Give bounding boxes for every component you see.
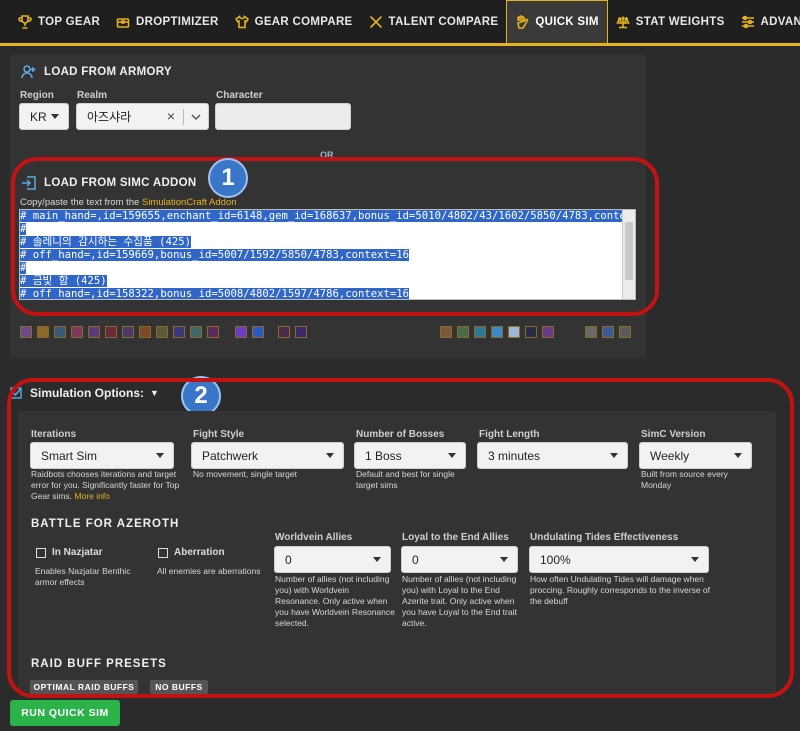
- top-nav: TOP GEAR DROPTIMIZER GEAR COMPARE TALENT…: [0, 0, 800, 46]
- item-icon[interactable]: [440, 326, 452, 338]
- item-icon[interactable]: [457, 326, 469, 338]
- item-icon[interactable]: [71, 326, 83, 338]
- nav-talent-compare[interactable]: TALENT COMPARE: [361, 0, 507, 43]
- item-icon[interactable]: [542, 326, 554, 338]
- add-user-icon: [21, 65, 36, 79]
- item-icon[interactable]: [491, 326, 503, 338]
- item-icon[interactable]: [105, 326, 117, 338]
- swords-icon: [369, 15, 382, 28]
- nav-label: GEAR COMPARE: [254, 15, 353, 28]
- annotation-badge-1: 1: [208, 158, 248, 198]
- item-icon[interactable]: [474, 326, 486, 338]
- realm-label: Realm: [77, 90, 108, 101]
- item-icon[interactable]: [525, 326, 537, 338]
- nav-droptimizer[interactable]: DROPTIMIZER: [108, 0, 227, 43]
- chevron-down-icon[interactable]: [191, 113, 201, 121]
- item-icon[interactable]: [235, 326, 247, 338]
- character-input[interactable]: [215, 103, 351, 130]
- item-icon[interactable]: [207, 326, 219, 338]
- item-icon[interactable]: [20, 326, 32, 338]
- chevron-down-icon: [51, 114, 59, 119]
- armory-title: LOAD FROM ARMORY: [21, 64, 172, 80]
- item-icon[interactable]: [602, 326, 614, 338]
- item-icon[interactable]: [37, 326, 49, 338]
- annotation-oval-1: [11, 157, 659, 316]
- trophy-icon: [18, 14, 32, 29]
- chest-icon: [116, 17, 130, 28]
- item-icon[interactable]: [278, 326, 290, 338]
- item-icon[interactable]: [122, 326, 134, 338]
- nav-quick-sim[interactable]: QUICK SIM: [506, 0, 608, 43]
- item-icon[interactable]: [585, 326, 597, 338]
- character-label: Character: [216, 90, 263, 101]
- annotation-oval-2: [7, 378, 794, 698]
- nav-label: TOP GEAR: [38, 15, 101, 28]
- nav-label: QUICK SIM: [535, 16, 599, 28]
- item-icon[interactable]: [156, 326, 168, 338]
- item-icon[interactable]: [508, 326, 520, 338]
- item-icon[interactable]: [190, 326, 202, 338]
- item-icon[interactable]: [252, 326, 264, 338]
- nav-label: STAT WEIGHTS: [635, 15, 725, 28]
- clear-icon[interactable]: ×: [167, 108, 175, 124]
- shirt-icon: [234, 14, 249, 28]
- region-select[interactable]: KR: [19, 103, 69, 130]
- sliders-icon: [741, 15, 754, 28]
- item-icon[interactable]: [88, 326, 100, 338]
- item-icons-row: [20, 326, 640, 342]
- item-icon[interactable]: [54, 326, 66, 338]
- region-label: Region: [20, 90, 54, 101]
- item-icon[interactable]: [173, 326, 185, 338]
- scale-icon: [616, 16, 630, 28]
- run-quick-sim-button[interactable]: RUN QUICK SIM: [10, 700, 120, 726]
- item-icon[interactable]: [295, 326, 307, 338]
- divider: [183, 109, 184, 125]
- nav-gear-compare[interactable]: GEAR COMPARE: [227, 0, 361, 43]
- item-icon[interactable]: [139, 326, 151, 338]
- item-icon[interactable]: [619, 326, 631, 338]
- nav-stat-weights[interactable]: STAT WEIGHTS: [608, 0, 733, 43]
- nav-top-gear[interactable]: TOP GEAR: [10, 0, 108, 43]
- nav-advanced[interactable]: ADVANCED: [733, 0, 800, 43]
- gloves-icon: [517, 15, 529, 29]
- realm-select[interactable]: 아즈샤라 ×: [76, 103, 209, 130]
- nav-label: ADVANCED: [760, 15, 800, 28]
- nav-label: TALENT COMPARE: [388, 15, 499, 28]
- nav-label: DROPTIMIZER: [136, 15, 219, 28]
